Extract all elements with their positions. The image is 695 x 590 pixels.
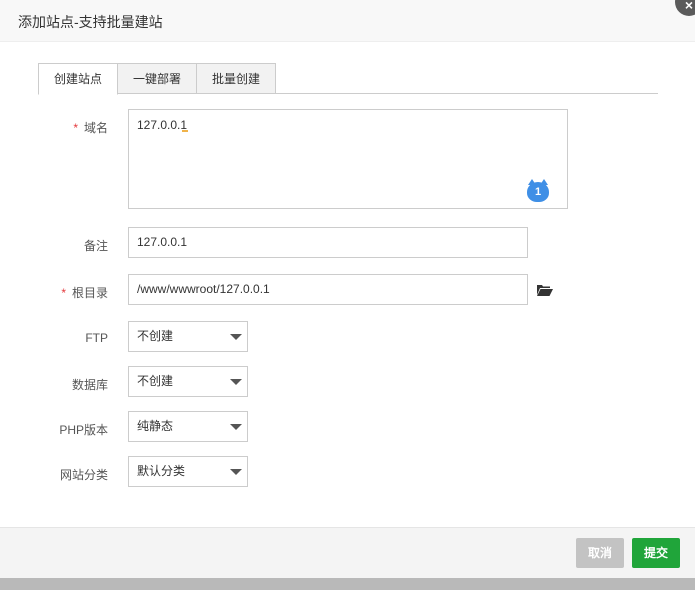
domain-value: 127.0.0.1 — [137, 118, 188, 132]
tab-bar: 创建站点 一键部署 批量创建 — [38, 63, 658, 95]
submit-button[interactable]: 提交 — [632, 538, 680, 568]
required-mark: * — [73, 121, 78, 135]
chevron-down-icon — [230, 379, 242, 385]
remark-label: 备注 — [83, 239, 108, 253]
chevron-down-icon — [230, 469, 242, 475]
domain-label: * 域名 — [73, 121, 108, 135]
php-version-selected: 纯静态 — [137, 419, 174, 433]
root-dir-input[interactable]: /www/wwwroot/127.0.0.1 — [128, 274, 528, 305]
dialog-titlebar: 添加站点-支持批量建站 — [0, 0, 695, 42]
line-count-badge: 1 — [527, 179, 549, 202]
dialog-title: 添加站点-支持批量建站 — [18, 14, 163, 30]
php-version-label: PHP版本 — [59, 423, 108, 437]
dialog-footer: 取消 提交 — [0, 527, 695, 578]
ftp-select[interactable]: 不创建 — [128, 321, 248, 352]
php-version-select[interactable]: 纯静态 — [128, 411, 248, 442]
database-label: 数据库 — [71, 378, 108, 392]
chevron-down-icon — [230, 424, 242, 430]
backdrop — [0, 578, 695, 590]
ftp-label: FTP — [85, 331, 108, 345]
folder-open-icon[interactable] — [537, 284, 553, 296]
spellcheck-underline — [182, 130, 188, 132]
cancel-button[interactable]: 取消 — [576, 538, 624, 568]
tab-create-site[interactable]: 创建站点 — [38, 63, 118, 95]
add-site-dialog: 添加站点-支持批量建站 × 创建站点 一键部署 批量创建 * 域名 127.0.0… — [0, 0, 695, 578]
tab-batch-create[interactable]: 批量创建 — [196, 63, 276, 94]
site-category-selected: 默认分类 — [137, 464, 186, 478]
root-dir-label: * 根目录 — [61, 286, 108, 300]
ftp-selected: 不创建 — [137, 329, 174, 343]
required-mark: * — [61, 286, 66, 300]
site-category-label: 网站分类 — [59, 468, 108, 482]
database-selected: 不创建 — [137, 374, 174, 388]
domain-textarea[interactable]: 127.0.0.1 1 — [128, 109, 568, 209]
site-category-select[interactable]: 默认分类 — [128, 456, 248, 487]
remark-input[interactable]: 127.0.0.1 — [128, 227, 528, 258]
database-select[interactable]: 不创建 — [128, 366, 248, 397]
tab-one-click-deploy[interactable]: 一键部署 — [117, 63, 197, 94]
chevron-down-icon — [230, 334, 242, 340]
